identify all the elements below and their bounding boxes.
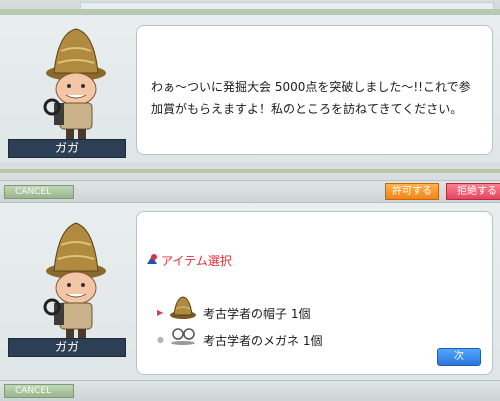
archaeologist-glasses-icon (171, 328, 195, 345)
selection-arrow-icon: ▶ (157, 308, 164, 317)
message-line-1: わぁ〜ついに発掘大会 5000点を突破しました〜!!これで参 (151, 80, 471, 94)
item-option-label: 考古学者の帽子 1個 (203, 307, 311, 321)
accept-button[interactable]: 許可する (385, 183, 439, 200)
archaeologist-hat-icon (170, 296, 196, 319)
dialog-text-box: わぁ〜ついに発掘大会 5000点を突破しました〜!!これで参 加賞がもらえますよ… (136, 25, 493, 155)
item-select-box: アイテム選択 ▶ 考古学者の帽子 1個 ● 考古学者のメガネ 1個 次 (136, 211, 493, 375)
npc-archaeologist-sprite (43, 28, 106, 139)
next-button[interactable]: 次 (437, 348, 481, 366)
item-select-title: アイテム選択 (161, 254, 232, 268)
npc-name-label: ガガ (8, 139, 126, 158)
bullet-icon: ● (157, 335, 164, 344)
npc-name-label: ガガ (8, 338, 126, 357)
npc-portrait (14, 23, 134, 153)
npc-dialog-2: ガガ アイテム選択 ▶ 考古学者の帽子 1個 ● 考古学者のメガネ 1個 次 (0, 202, 500, 382)
npc-archaeologist-sprite (43, 222, 106, 339)
cancel-button[interactable]: CANCEL (4, 185, 74, 199)
message-line-2: 加賞がもらえますよ！私のところを訪ねてきてください。 (151, 102, 463, 116)
dialog-button-bar-bottom: CANCEL (0, 380, 500, 401)
previous-dialog-edge (0, 0, 500, 14)
item-option-label: 考古学者のメガネ 1個 (203, 334, 323, 348)
cancel-button[interactable]: CANCEL (4, 384, 74, 398)
npc-dialog-1: ガガ わぁ〜ついに発掘大会 5000点を突破しました〜!!これで参 加賞がもらえ… (0, 14, 500, 164)
dialog-button-bar: CANCEL 許可する 拒絶する (0, 180, 500, 203)
decline-button[interactable]: 拒絶する (446, 183, 500, 200)
dialog-message: わぁ〜ついに発掘大会 5000点を突破しました〜!!これで参 加賞がもらえますよ… (151, 76, 481, 120)
item-select-icon (147, 254, 157, 264)
separator (0, 162, 500, 180)
